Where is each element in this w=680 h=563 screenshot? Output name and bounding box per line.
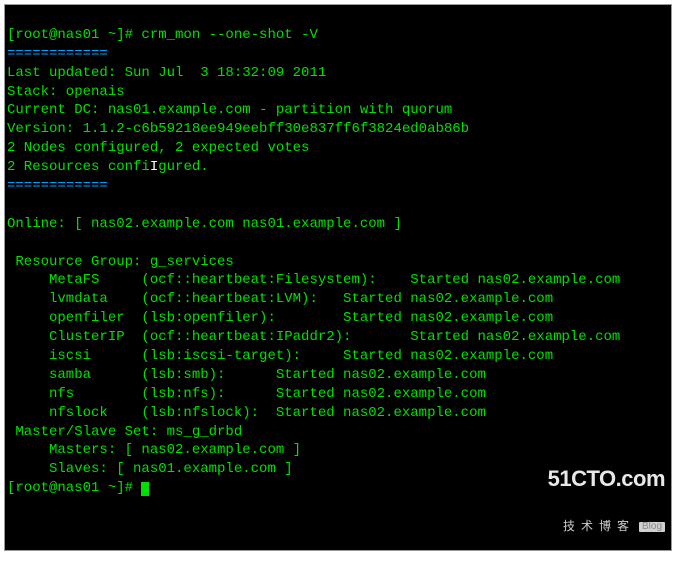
prompt-text: [root@nas01 ~]# (7, 480, 141, 496)
terminal-output[interactable]: [root@nas01 ~]# crm_mon --one-shot -V ==… (4, 4, 672, 551)
divider-bottom: ============ (7, 178, 108, 194)
command-text: crm_mon --one-shot -V (141, 27, 317, 43)
status-last-updated: Last updated: Sun Jul 3 18:32:09 2011 (7, 65, 326, 81)
resource-row: lvmdata (ocf::heartbeat:LVM): Started na… (7, 291, 553, 307)
status-stack: Stack: openais (7, 84, 125, 100)
shell-prompt-2[interactable]: [root@nas01 ~]# (7, 480, 149, 496)
online-nodes: Online: [ nas02.example.com nas01.exampl… (7, 216, 402, 232)
watermark: 51CTO.com 技术博客 Blog (548, 440, 665, 546)
status-nodes: 2 Nodes configured, 2 expected votes (7, 140, 309, 156)
resource-row: iscsi (lsb:iscsi-target): Started nas02.… (7, 348, 553, 364)
masters-row: Masters: [ nas02.example.com ] (7, 442, 301, 458)
resource-row: MetaFS (ocf::heartbeat:Filesystem): Star… (7, 272, 620, 288)
prompt-text: [root@nas01 ~]# (7, 27, 141, 43)
shell-prompt-1: [root@nas01 ~]# crm_mon --one-shot -V (7, 27, 318, 43)
watermark-domain: 51CTO.com (548, 468, 665, 490)
status-version: Version: 1.1.2-c6b59218ee949eebff30e837f… (7, 121, 469, 137)
slaves-row: Slaves: [ nas01.example.com ] (7, 461, 293, 477)
status-resources: 2 Resources confiIgured. (7, 159, 209, 175)
divider-top: ============ (7, 46, 108, 62)
watermark-blog-badge: Blog (639, 522, 665, 532)
status-current-dc: Current DC: nas01.example.com - partitio… (7, 102, 452, 118)
text-cursor-icon: I (150, 159, 158, 175)
resource-row: openfiler (lsb:openfiler): Started nas02… (7, 310, 553, 326)
resource-row: nfs (lsb:nfs): Started nas02.example.com (7, 386, 486, 402)
block-cursor-icon (141, 482, 149, 496)
watermark-tag: 技术博客 (563, 519, 635, 533)
resource-row: ClusterIP (ocf::heartbeat:IPaddr2): Star… (7, 329, 620, 345)
resource-group-header: Resource Group: g_services (7, 254, 234, 270)
resource-row: nfslock (lsb:nfslock): Started nas02.exa… (7, 405, 486, 421)
master-slave-header: Master/Slave Set: ms_g_drbd (7, 424, 242, 440)
resource-row: samba (lsb:smb): Started nas02.example.c… (7, 367, 486, 383)
